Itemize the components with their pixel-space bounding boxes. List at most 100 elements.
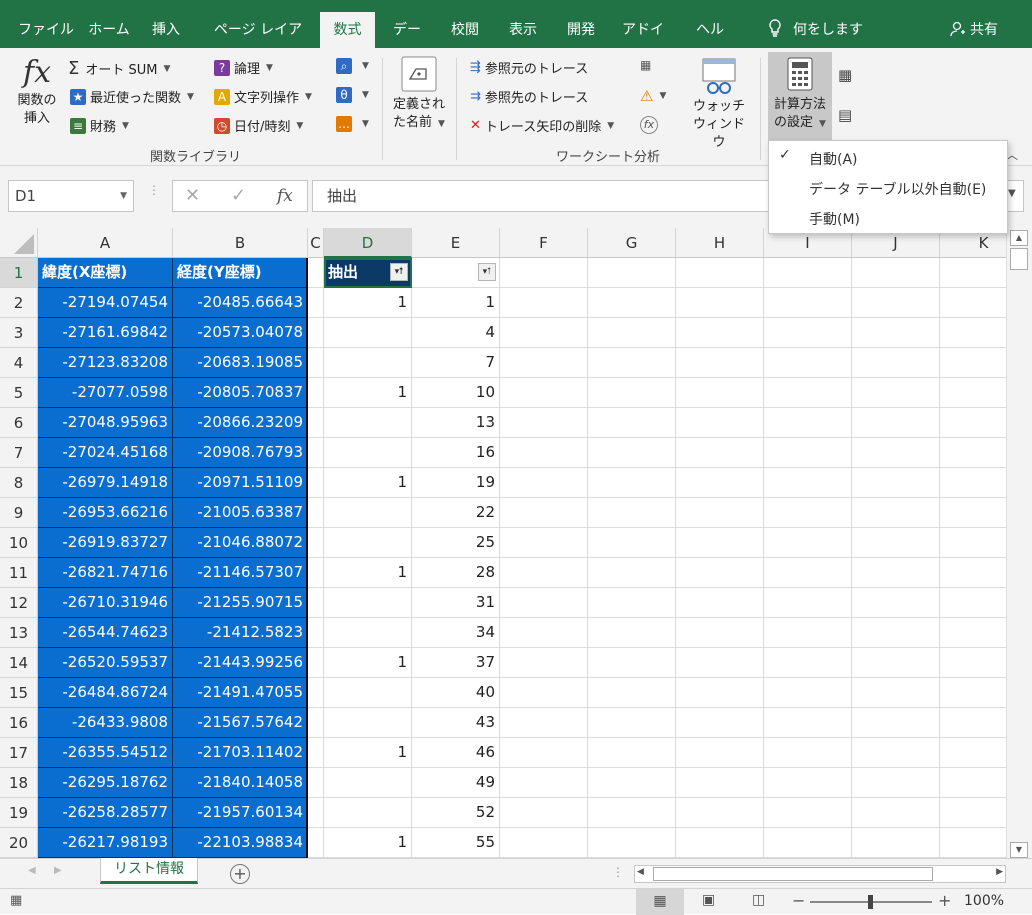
cell[interactable] bbox=[308, 408, 324, 438]
data-cell-d[interactable] bbox=[324, 768, 412, 798]
cell[interactable] bbox=[852, 798, 940, 828]
cell[interactable] bbox=[588, 348, 676, 378]
data-cell-e[interactable]: 25 bbox=[412, 528, 500, 558]
financial-button[interactable]: ≡ 財務 ▼ bbox=[70, 116, 129, 135]
cell[interactable] bbox=[500, 408, 588, 438]
row-header[interactable]: 7 bbox=[0, 438, 38, 468]
zoom-out-button[interactable]: − bbox=[792, 891, 805, 910]
tab-page-layout[interactable]: ページ レイアウト bbox=[206, 12, 310, 74]
zoom-level[interactable]: 100% bbox=[964, 893, 1004, 909]
macro-record-icon[interactable]: ▦ bbox=[10, 893, 22, 908]
data-cell-b[interactable]: -20908.76793 bbox=[173, 438, 308, 468]
tab-formulas[interactable]: 数式 bbox=[320, 12, 375, 48]
data-cell-d[interactable] bbox=[324, 618, 412, 648]
cell[interactable] bbox=[940, 258, 1006, 288]
cancel-icon[interactable]: ✕ bbox=[185, 185, 200, 206]
cell[interactable] bbox=[588, 438, 676, 468]
scroll-right-arrow-icon[interactable]: ▶ bbox=[996, 867, 1003, 877]
cell[interactable] bbox=[588, 528, 676, 558]
cell[interactable] bbox=[852, 288, 940, 318]
cell[interactable] bbox=[676, 588, 764, 618]
data-cell-a[interactable]: -26258.28577 bbox=[38, 798, 173, 828]
cell[interactable] bbox=[764, 378, 852, 408]
cell[interactable] bbox=[852, 318, 940, 348]
row-header[interactable]: 19 bbox=[0, 798, 38, 828]
cell[interactable] bbox=[676, 648, 764, 678]
header-cell-a[interactable]: 緯度(X座標) bbox=[38, 258, 173, 288]
cell[interactable] bbox=[500, 528, 588, 558]
data-cell-e[interactable]: 28 bbox=[412, 558, 500, 588]
column-header-a[interactable]: A bbox=[38, 228, 173, 258]
cell[interactable] bbox=[852, 618, 940, 648]
cell[interactable] bbox=[852, 348, 940, 378]
data-cell-a[interactable]: -27161.69842 bbox=[38, 318, 173, 348]
row-header[interactable]: 16 bbox=[0, 708, 38, 738]
data-cell-b[interactable]: -22103.98834 bbox=[173, 828, 308, 858]
data-cell-e[interactable]: 16 bbox=[412, 438, 500, 468]
cell[interactable] bbox=[852, 558, 940, 588]
cell[interactable] bbox=[308, 318, 324, 348]
cell[interactable] bbox=[308, 288, 324, 318]
zoom-slider[interactable] bbox=[810, 895, 932, 909]
cell[interactable] bbox=[588, 318, 676, 348]
row-header[interactable]: 18 bbox=[0, 768, 38, 798]
calculate-sheet-button[interactable]: ▤ bbox=[838, 106, 852, 124]
data-cell-e[interactable]: 22 bbox=[412, 498, 500, 528]
cell[interactable] bbox=[588, 378, 676, 408]
cell[interactable] bbox=[940, 468, 1006, 498]
watch-window-button[interactable]: ウォッチ ウィンドウ bbox=[690, 56, 748, 152]
data-cell-d[interactable] bbox=[324, 678, 412, 708]
cell[interactable] bbox=[764, 408, 852, 438]
text-button[interactable]: A 文字列操作 ▼ bbox=[214, 87, 312, 106]
cell[interactable] bbox=[940, 678, 1006, 708]
data-cell-b[interactable]: -21703.11402 bbox=[173, 738, 308, 768]
tab-file[interactable]: ファイル bbox=[14, 12, 78, 48]
cell[interactable] bbox=[940, 738, 1006, 768]
cell[interactable] bbox=[764, 318, 852, 348]
menu-item-auto-except-tables[interactable]: データ テーブル以外自動(E) bbox=[809, 179, 986, 199]
cell[interactable] bbox=[588, 618, 676, 648]
data-cell-a[interactable]: -26821.74716 bbox=[38, 558, 173, 588]
math-button[interactable]: θ ▼ bbox=[336, 87, 369, 103]
data-cell-e[interactable]: 31 bbox=[412, 588, 500, 618]
cell[interactable] bbox=[308, 498, 324, 528]
vertical-scrollbar[interactable]: ▲ ▼ bbox=[1006, 228, 1032, 860]
cell[interactable] bbox=[500, 588, 588, 618]
prev-sheet-icon[interactable]: ◀ bbox=[28, 865, 36, 876]
data-cell-e[interactable]: 52 bbox=[412, 798, 500, 828]
horizontal-scroll-thumb[interactable] bbox=[653, 867, 933, 881]
cell[interactable] bbox=[852, 828, 940, 858]
row-header[interactable]: 4 bbox=[0, 348, 38, 378]
data-cell-e[interactable]: 46 bbox=[412, 738, 500, 768]
cell[interactable] bbox=[308, 768, 324, 798]
cell[interactable] bbox=[676, 288, 764, 318]
page-break-view-button[interactable]: ◫ bbox=[752, 892, 765, 908]
data-cell-d[interactable] bbox=[324, 708, 412, 738]
row-header[interactable]: 8 bbox=[0, 468, 38, 498]
row-header[interactable]: 3 bbox=[0, 318, 38, 348]
cell[interactable] bbox=[852, 648, 940, 678]
data-cell-e[interactable]: 13 bbox=[412, 408, 500, 438]
cell[interactable] bbox=[676, 738, 764, 768]
tab-insert[interactable]: 挿入 bbox=[146, 12, 186, 48]
column-header-e[interactable]: E bbox=[412, 228, 500, 258]
cell[interactable] bbox=[588, 288, 676, 318]
cell[interactable] bbox=[588, 768, 676, 798]
cell[interactable] bbox=[308, 528, 324, 558]
cell[interactable] bbox=[940, 768, 1006, 798]
column-header-c[interactable]: C bbox=[308, 228, 324, 258]
data-cell-d[interactable]: 1 bbox=[324, 378, 412, 408]
cell[interactable] bbox=[676, 318, 764, 348]
data-cell-d[interactable] bbox=[324, 498, 412, 528]
cell[interactable] bbox=[764, 438, 852, 468]
cell[interactable] bbox=[852, 768, 940, 798]
trace-precedents-button[interactable]: ⇶ 参照元のトレース bbox=[470, 58, 588, 77]
data-cell-b[interactable]: -21046.88072 bbox=[173, 528, 308, 558]
data-cell-b[interactable]: -20866.23209 bbox=[173, 408, 308, 438]
data-cell-d[interactable]: 1 bbox=[324, 828, 412, 858]
tab-addins[interactable]: アドイン bbox=[618, 12, 668, 74]
cell[interactable] bbox=[308, 588, 324, 618]
data-cell-a[interactable]: -26544.74623 bbox=[38, 618, 173, 648]
data-cell-b[interactable]: -21146.57307 bbox=[173, 558, 308, 588]
cell[interactable] bbox=[676, 258, 764, 288]
